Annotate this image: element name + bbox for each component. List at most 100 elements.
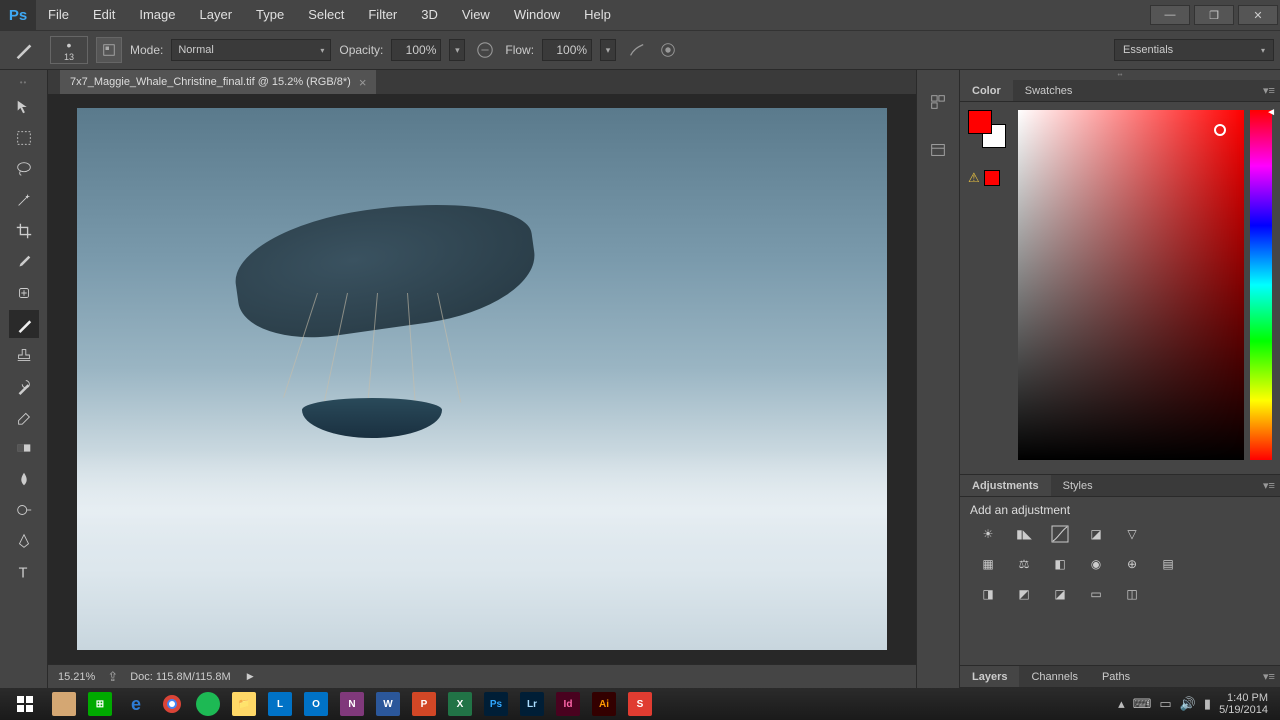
pressure-opacity-icon[interactable] [473, 38, 497, 62]
type-tool[interactable]: T [9, 558, 39, 586]
brightness-contrast-icon[interactable]: ☀ [976, 523, 1000, 545]
taskbar-snagit[interactable]: S [622, 690, 658, 718]
volume-icon[interactable]: 🔊 [1180, 696, 1196, 712]
taskbar-onenote[interactable]: N [334, 690, 370, 718]
menu-select[interactable]: Select [296, 0, 356, 30]
tab-swatches[interactable]: Swatches [1013, 80, 1085, 101]
menu-edit[interactable]: Edit [81, 0, 127, 30]
tab-layers[interactable]: Layers [960, 666, 1019, 687]
taskbar-app[interactable] [46, 690, 82, 718]
pressure-size-icon[interactable] [656, 38, 680, 62]
taskbar-word[interactable]: W [370, 690, 406, 718]
color-balance-icon[interactable]: ⚖ [1012, 553, 1036, 575]
share-icon[interactable]: ⇪ [107, 669, 118, 685]
flow-dropdown[interactable]: ▾ [600, 39, 616, 61]
menu-layer[interactable]: Layer [188, 0, 245, 30]
menu-window[interactable]: Window [502, 0, 572, 30]
gamut-swatch[interactable] [984, 170, 1000, 186]
brush-panel-toggle[interactable] [96, 37, 122, 63]
taskbar-lync[interactable]: L [262, 690, 298, 718]
taskbar-powerpoint[interactable]: P [406, 690, 442, 718]
color-picker-field[interactable] [1018, 110, 1244, 460]
tab-adjustments[interactable]: Adjustments [960, 475, 1051, 496]
stamp-tool[interactable] [9, 341, 39, 369]
properties-panel-icon[interactable] [924, 136, 952, 164]
minimize-button[interactable]: — [1150, 5, 1190, 25]
battery-icon[interactable]: ▭ [1159, 696, 1171, 712]
gradient-map-icon[interactable]: ▭ [1084, 583, 1108, 605]
levels-icon[interactable]: ▮◣ [1012, 523, 1036, 545]
panel-handle[interactable]: •• [960, 70, 1280, 80]
menu-3d[interactable]: 3D [409, 0, 450, 30]
canvas-viewport[interactable] [48, 94, 916, 664]
dodge-tool[interactable] [9, 496, 39, 524]
panel-menu-icon[interactable]: ▾≡ [1258, 666, 1280, 687]
workspace-select[interactable]: Essentials▾ [1114, 39, 1274, 61]
curves-icon[interactable] [1048, 523, 1072, 545]
close-button[interactable]: ✕ [1238, 5, 1278, 25]
pen-tool[interactable] [9, 527, 39, 555]
taskbar-photoshop[interactable]: Ps [478, 690, 514, 718]
marquee-tool[interactable] [9, 124, 39, 152]
healing-tool[interactable] [9, 279, 39, 307]
channel-mixer-icon[interactable]: ⊕ [1120, 553, 1144, 575]
zoom-level[interactable]: 15.21% [58, 671, 95, 683]
exposure-icon[interactable]: ◪ [1084, 523, 1108, 545]
airbrush-icon[interactable] [624, 38, 648, 62]
maximize-button[interactable]: ❐ [1194, 5, 1234, 25]
posterize-icon[interactable]: ◩ [1012, 583, 1036, 605]
menu-type[interactable]: Type [244, 0, 296, 30]
taskbar-excel[interactable]: X [442, 690, 478, 718]
gamut-warning[interactable]: ⚠ [968, 170, 1012, 186]
clock[interactable]: 1:40 PM 5/19/2014 [1219, 692, 1268, 716]
tab-channels[interactable]: Channels [1019, 666, 1089, 687]
gradient-tool[interactable] [9, 434, 39, 462]
black-white-icon[interactable]: ◧ [1048, 553, 1072, 575]
selective-color-icon[interactable]: ◫ [1120, 583, 1144, 605]
menu-file[interactable]: File [36, 0, 81, 30]
toolbar-handle[interactable]: •• [4, 78, 44, 86]
start-button[interactable] [4, 690, 46, 718]
flow-input[interactable]: 100% [542, 39, 592, 61]
hue-slider[interactable]: ◄ [1250, 110, 1272, 460]
status-menu-icon[interactable]: ▶ [247, 671, 254, 682]
taskbar-indesign[interactable]: Id [550, 690, 586, 718]
invert-icon[interactable]: ◨ [976, 583, 1000, 605]
taskbar-spotify[interactable] [190, 690, 226, 718]
taskbar-explorer[interactable]: 📁 [226, 690, 262, 718]
tab-color[interactable]: Color [960, 80, 1013, 101]
hue-saturation-icon[interactable]: ▦ [976, 553, 1000, 575]
panel-menu-icon[interactable]: ▾≡ [1258, 475, 1280, 496]
history-panel-icon[interactable] [924, 88, 952, 116]
lasso-tool[interactable] [9, 155, 39, 183]
opacity-input[interactable]: 100% [391, 39, 441, 61]
tab-paths[interactable]: Paths [1090, 666, 1142, 687]
taskbar-lightroom[interactable]: Lr [514, 690, 550, 718]
fg-bg-swatch[interactable] [968, 110, 1006, 148]
doc-info[interactable]: Doc: 115.8M/115.8M [130, 671, 230, 683]
menu-filter[interactable]: Filter [356, 0, 409, 30]
taskbar-ie[interactable]: e [118, 690, 154, 718]
hue-cursor[interactable]: ◄ [1266, 107, 1276, 118]
history-brush-tool[interactable] [9, 372, 39, 400]
crop-tool[interactable] [9, 217, 39, 245]
eraser-tool[interactable] [9, 403, 39, 431]
photo-filter-icon[interactable]: ◉ [1084, 553, 1108, 575]
blend-mode-select[interactable]: Normal▾ [171, 39, 331, 61]
tab-styles[interactable]: Styles [1051, 475, 1105, 496]
blur-tool[interactable] [9, 465, 39, 493]
opacity-dropdown[interactable]: ▾ [449, 39, 465, 61]
taskbar-illustrator[interactable]: Ai [586, 690, 622, 718]
threshold-icon[interactable]: ◪ [1048, 583, 1072, 605]
brush-preset-picker[interactable]: • 13 [50, 36, 88, 64]
panel-menu-icon[interactable]: ▾≡ [1258, 80, 1280, 101]
network-icon[interactable]: ▮ [1204, 696, 1211, 712]
eyedropper-tool[interactable] [9, 248, 39, 276]
document-tab[interactable]: 7x7_Maggie_Whale_Christine_final.tif @ 1… [60, 70, 376, 94]
foreground-color[interactable] [968, 110, 992, 134]
color-lookup-icon[interactable]: ▤ [1156, 553, 1180, 575]
menu-help[interactable]: Help [572, 0, 623, 30]
vibrance-icon[interactable]: ▽ [1120, 523, 1144, 545]
taskbar-outlook[interactable]: O [298, 690, 334, 718]
move-tool[interactable] [9, 93, 39, 121]
